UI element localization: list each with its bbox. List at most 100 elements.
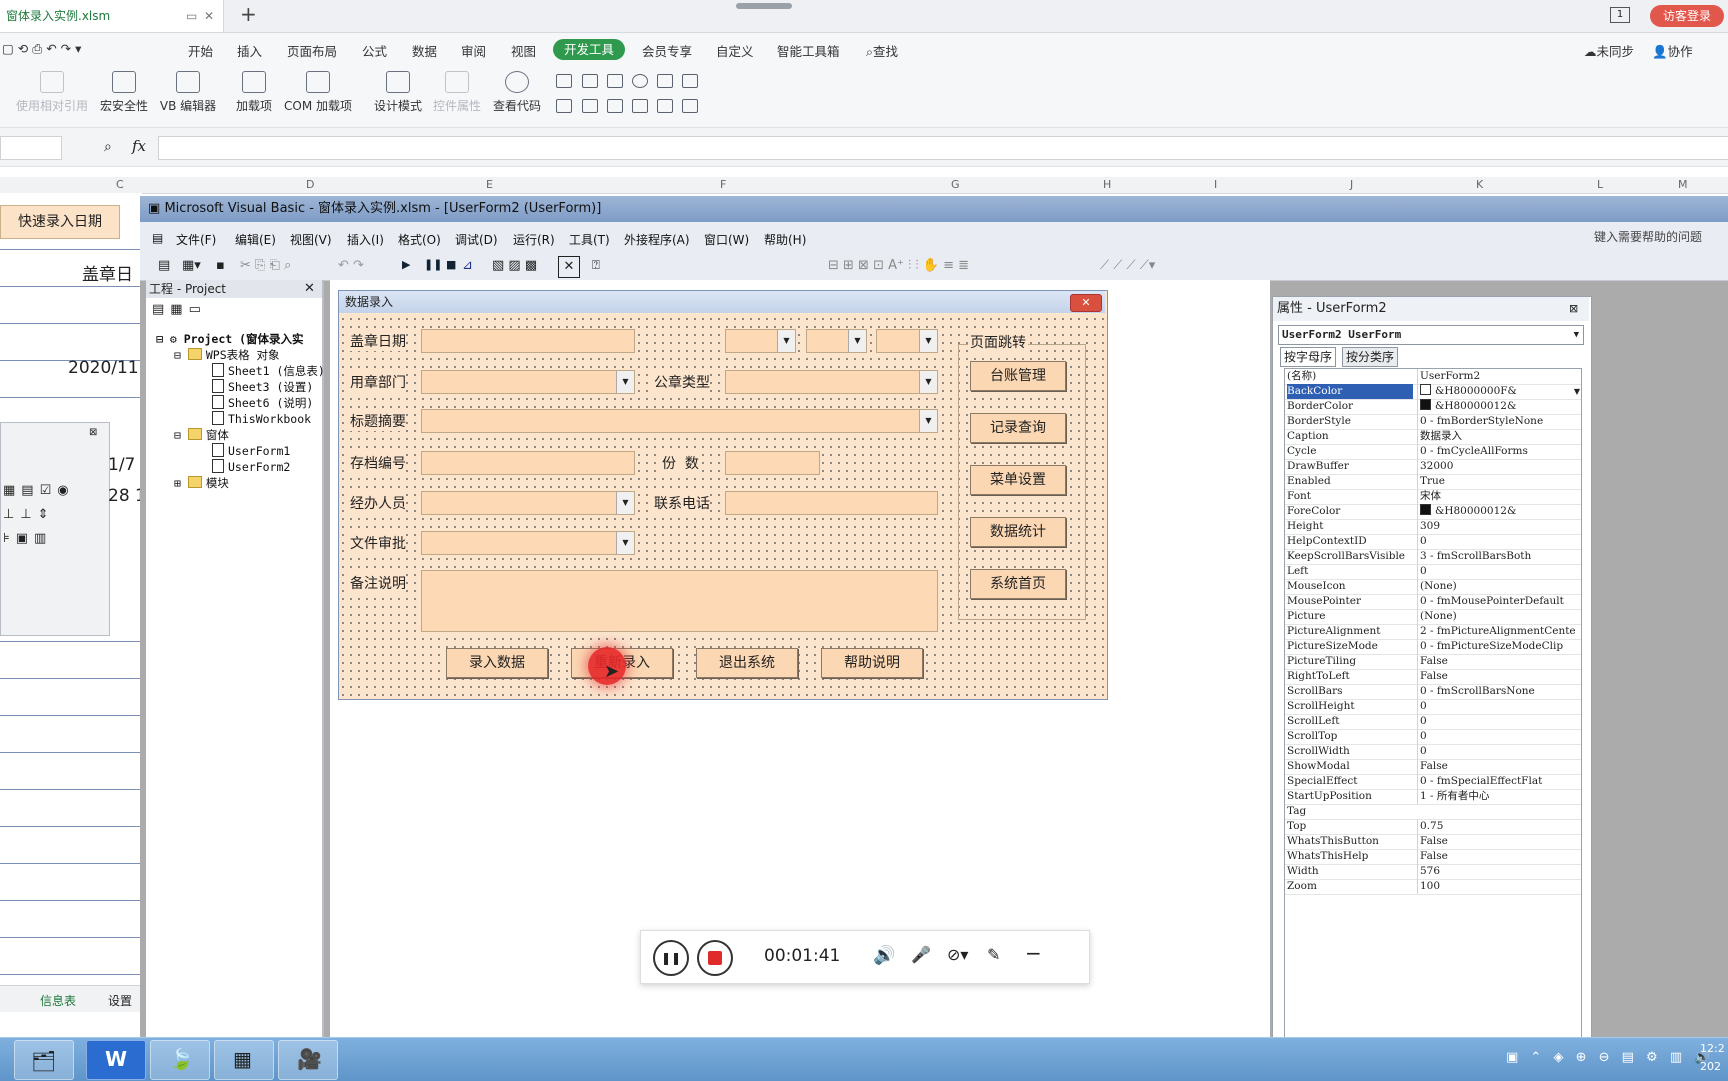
option-control-icon[interactable]: [632, 74, 648, 88]
property-row[interactable]: BorderStyle 0 - fmBorderStyleNone: [1285, 414, 1581, 430]
property-row[interactable]: WhatsThisButton False: [1285, 834, 1581, 850]
properties-close-icon[interactable]: ⊠: [1569, 297, 1578, 321]
project-explorer-icons[interactable]: ▧ ▨ ▩: [492, 258, 537, 273]
taskbar-explorer[interactable]: 🗂: [14, 1040, 74, 1080]
property-value[interactable]: 宋体: [1417, 489, 1582, 504]
property-row[interactable]: RightToLeft False: [1285, 669, 1581, 685]
property-row[interactable]: ShowModal False: [1285, 759, 1581, 775]
dept-combo[interactable]: ▼: [421, 370, 635, 394]
property-row[interactable]: Tag: [1285, 804, 1581, 820]
property-row[interactable]: Cycle 0 - fmCycleAllForms: [1285, 444, 1581, 460]
tree-userform2[interactable]: UserForm2: [212, 459, 290, 474]
detach-tab-icon[interactable]: ▭: [186, 0, 197, 32]
properties-title-bar[interactable]: 属性 - UserForm2 ⊠: [1273, 297, 1589, 321]
vbe-title-bar[interactable]: ▣ Microsoft Visual Basic - 窗体录入实例.xlsm -…: [140, 196, 1728, 222]
column-e[interactable]: E: [486, 178, 493, 191]
property-value[interactable]: 数据录入: [1417, 429, 1582, 444]
sheet-cell-partial1[interactable]: 1/7: [108, 455, 135, 475]
property-row[interactable]: StartUpPosition 1 - 所有者中心: [1285, 789, 1581, 805]
vbe-menu-insert[interactable]: 插入(I): [347, 231, 384, 248]
column-k[interactable]: K: [1476, 178, 1483, 191]
menu-settings-button[interactable]: 菜单设置: [970, 465, 1066, 495]
align-controls-icons[interactable]: ⊟ ⊞ ⊠ ⊡ A⁺ ⫶ ⫶ ✋ ≡ ≣: [828, 258, 969, 273]
remarks-textarea[interactable]: [421, 570, 938, 632]
property-value[interactable]: UserForm2: [1417, 369, 1582, 384]
menu-custom[interactable]: 自定义: [716, 41, 754, 60]
chevron-down-icon[interactable]: ▼: [616, 532, 634, 554]
tray-year[interactable]: 202: [1700, 1060, 1721, 1073]
properties-object-select[interactable]: UserForm2 UserForm ▼: [1278, 325, 1584, 345]
quick-date-entry-button[interactable]: 快速录入日期: [0, 205, 120, 239]
chevron-down-icon[interactable]: ▼: [1574, 326, 1579, 344]
vbe-doc-icon[interactable]: ▤: [152, 231, 163, 245]
tree-userform1[interactable]: UserForm1: [212, 443, 290, 458]
design-mode-button[interactable]: 设计模式: [372, 65, 424, 114]
column-l[interactable]: L: [1597, 178, 1603, 191]
vbe-menu-view[interactable]: 视图(V): [290, 231, 332, 248]
macro-security-button[interactable]: 宏安全性: [96, 65, 152, 114]
minimize-icon[interactable]: −: [1025, 941, 1042, 965]
property-value[interactable]: 0 - fmSpecialEffectFlat: [1417, 774, 1582, 789]
property-row[interactable]: MousePointer 0 - fmMousePointerDefault: [1285, 594, 1581, 610]
property-value[interactable]: 0.75: [1417, 819, 1582, 834]
break-icon[interactable]: ❚❚: [424, 258, 442, 271]
label-control-icon[interactable]: [607, 99, 623, 113]
toolbox-controls2-icon[interactable]: ⊥⊥⇕: [3, 507, 55, 522]
userform-close-icon[interactable]: ✕: [1070, 294, 1102, 312]
menu-smart-toolbox[interactable]: 智能工具箱: [777, 41, 840, 60]
text-control-icon[interactable]: [632, 99, 648, 113]
toolbox-close-icon[interactable]: ⊠: [89, 427, 97, 438]
spin-control-icon[interactable]: [556, 99, 572, 113]
addins-button[interactable]: 加载项: [232, 65, 276, 114]
help-icon[interactable]: ⍰: [592, 258, 600, 273]
tree-sheet3[interactable]: Sheet3 (设置): [212, 379, 313, 395]
menu-formula[interactable]: 公式: [362, 41, 387, 60]
property-row[interactable]: DrawBuffer 32000: [1285, 459, 1581, 475]
property-value[interactable]: True: [1417, 474, 1582, 489]
vbe-menu-format[interactable]: 格式(O): [398, 231, 441, 248]
property-value[interactable]: 0 - fmScrollBarsNone: [1417, 684, 1582, 699]
cut-copy-paste-icons[interactable]: ✂ ⎘ ⎗ ⌕: [240, 258, 291, 273]
tray-icons[interactable]: ▣ ⌃ ◈ ⊕ ⊖ ▤ ⚙ ▥ 🔊: [1506, 1050, 1714, 1065]
column-h[interactable]: H: [1103, 178, 1111, 191]
help-button[interactable]: 帮助说明: [821, 648, 923, 678]
menu-developer[interactable]: 开发工具: [553, 39, 625, 60]
property-row[interactable]: ScrollBars 0 - fmScrollBarsNone: [1285, 684, 1581, 700]
property-row[interactable]: Top 0.75: [1285, 819, 1581, 835]
sheet-cell-header[interactable]: 盖章日: [82, 260, 133, 285]
button-control-icon[interactable]: [607, 74, 623, 88]
property-value[interactable]: 0 - fmMousePointerDefault: [1417, 594, 1582, 609]
property-value[interactable]: 309: [1417, 519, 1582, 534]
data-stats-button[interactable]: 数据统计: [970, 517, 1066, 547]
vbe-menu-debug[interactable]: 调试(D): [455, 231, 498, 248]
tree-modules-folder[interactable]: ⊞ 模块: [174, 475, 229, 491]
speaker-icon[interactable]: 🔊: [873, 945, 895, 966]
pen-icon[interactable]: ✎: [987, 945, 1000, 964]
tree-thisworkbook[interactable]: ThisWorkbook: [212, 411, 311, 426]
property-row[interactable]: HelpContextID 0: [1285, 534, 1581, 550]
exit-system-button[interactable]: 退出系统: [696, 648, 798, 678]
menu-data[interactable]: 数据: [412, 41, 437, 60]
vbe-menu-run[interactable]: 运行(R): [513, 231, 555, 248]
vbe-menu-addins[interactable]: 外接程序(A): [624, 231, 690, 248]
property-value[interactable]: 0: [1417, 729, 1582, 744]
project-close-icon[interactable]: ✕: [304, 280, 315, 298]
chevron-down-icon[interactable]: ▼: [848, 330, 866, 352]
property-value[interactable]: (None): [1417, 579, 1582, 594]
column-c[interactable]: C: [116, 178, 124, 191]
chevron-down-icon[interactable]: ▼: [919, 410, 937, 432]
property-row[interactable]: Picture (None): [1285, 609, 1581, 625]
enter-data-button[interactable]: 录入数据: [446, 648, 548, 678]
tab-categorized[interactable]: 按分类序: [1342, 347, 1399, 367]
name-box[interactable]: [0, 136, 62, 160]
undo-redo-icons[interactable]: ↶ ↷: [338, 258, 364, 273]
property-value[interactable]: 0: [1417, 699, 1582, 714]
column-g[interactable]: G: [951, 178, 960, 191]
microphone-icon[interactable]: 🎤: [911, 945, 931, 964]
vbe-help-input[interactable]: 键入需要帮助的问题: [1594, 226, 1728, 248]
property-row[interactable]: SpecialEffect 0 - fmSpecialEffectFlat: [1285, 774, 1581, 790]
property-row[interactable]: (名称) UserForm2: [1285, 369, 1581, 385]
property-row[interactable]: ScrollHeight 0: [1285, 699, 1581, 715]
formula-input[interactable]: [158, 136, 1728, 160]
taskbar-app3[interactable]: 🍃: [150, 1040, 210, 1080]
